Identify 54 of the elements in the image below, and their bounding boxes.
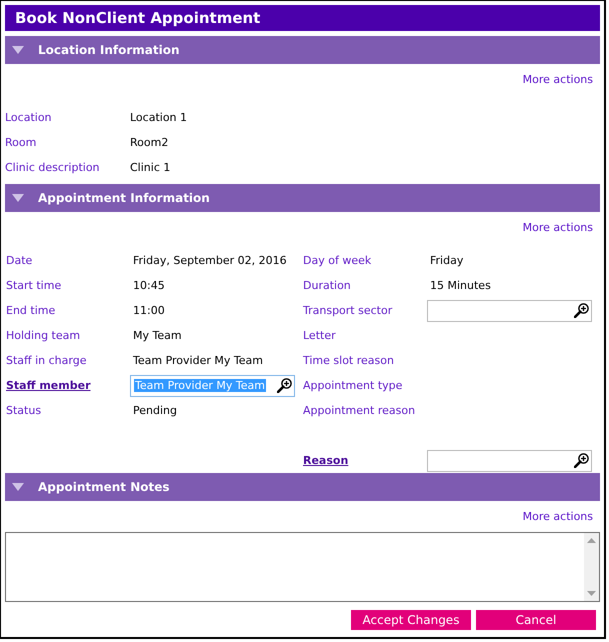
- field-label: Holding team: [6, 328, 80, 342]
- field-label: Status: [6, 404, 42, 418]
- field-label: Day of week: [303, 254, 372, 268]
- field-label: Duration: [303, 278, 351, 292]
- field-label: Time slot reason: [303, 354, 394, 368]
- field-label: Room: [5, 136, 36, 150]
- lookup-field[interactable]: [427, 450, 592, 472]
- field-value: Friday, September 02, 2016: [133, 254, 287, 268]
- field-value: Pending: [133, 404, 177, 418]
- section-header[interactable]: Appointment Information: [5, 184, 600, 212]
- field-label: Transport sector: [303, 304, 392, 318]
- more-actions-link[interactable]: More actions: [522, 221, 593, 235]
- section-title: Appointment Notes: [38, 480, 170, 494]
- window-title: Book NonClient Appointment: [5, 5, 600, 31]
- field-link[interactable]: Staff member: [6, 378, 90, 392]
- lookup-field[interactable]: Team Provider My Team: [130, 374, 295, 396]
- accept-button[interactable]: Accept Changes: [351, 610, 471, 630]
- notes-field[interactable]: [5, 532, 600, 602]
- field-value: Team Provider My Team: [133, 354, 263, 368]
- field-label: Letter: [303, 328, 336, 342]
- field-value: Clinic 1: [130, 160, 170, 174]
- more-actions-link[interactable]: More actions: [522, 510, 593, 524]
- field-link[interactable]: Reason: [303, 454, 348, 468]
- lookup-field[interactable]: [427, 300, 592, 322]
- field-value: Room2: [130, 136, 168, 150]
- search-icon[interactable]: [277, 378, 292, 393]
- field-value: My Team: [133, 328, 182, 342]
- scrollbar[interactable]: [584, 533, 599, 601]
- field-label: Appointment reason: [303, 404, 416, 418]
- expanded-triangle-icon[interactable]: [12, 194, 24, 202]
- field-label: Clinic description: [5, 160, 100, 174]
- search-icon[interactable]: [574, 303, 589, 318]
- field-label: Appointment type: [303, 378, 402, 392]
- scroll-up-arrow-icon[interactable]: [587, 538, 596, 543]
- field-value: Friday: [430, 254, 464, 268]
- scroll-down-arrow-icon[interactable]: [587, 591, 596, 596]
- section-title: Location Information: [38, 42, 180, 58]
- field-value: Location 1: [130, 110, 188, 124]
- field-value: 10:45: [133, 278, 165, 292]
- more-actions-link[interactable]: More actions: [522, 73, 593, 87]
- section-header[interactable]: Location Information: [5, 36, 600, 64]
- search-icon[interactable]: [574, 453, 589, 468]
- expanded-triangle-icon[interactable]: [12, 46, 24, 54]
- section-header[interactable]: Appointment Notes: [5, 473, 600, 501]
- field-label: Start time: [6, 278, 62, 292]
- section-title: Appointment Information: [38, 190, 210, 206]
- field-label: End time: [6, 304, 56, 318]
- cancel-button[interactable]: Cancel: [476, 610, 596, 630]
- field-label: Staff in charge: [6, 354, 86, 368]
- expanded-triangle-icon[interactable]: [12, 483, 24, 491]
- field-label: Date: [6, 254, 32, 268]
- field-value: 11:00: [133, 304, 165, 318]
- field-label: Location: [5, 110, 52, 124]
- field-value: 15 Minutes: [430, 278, 491, 292]
